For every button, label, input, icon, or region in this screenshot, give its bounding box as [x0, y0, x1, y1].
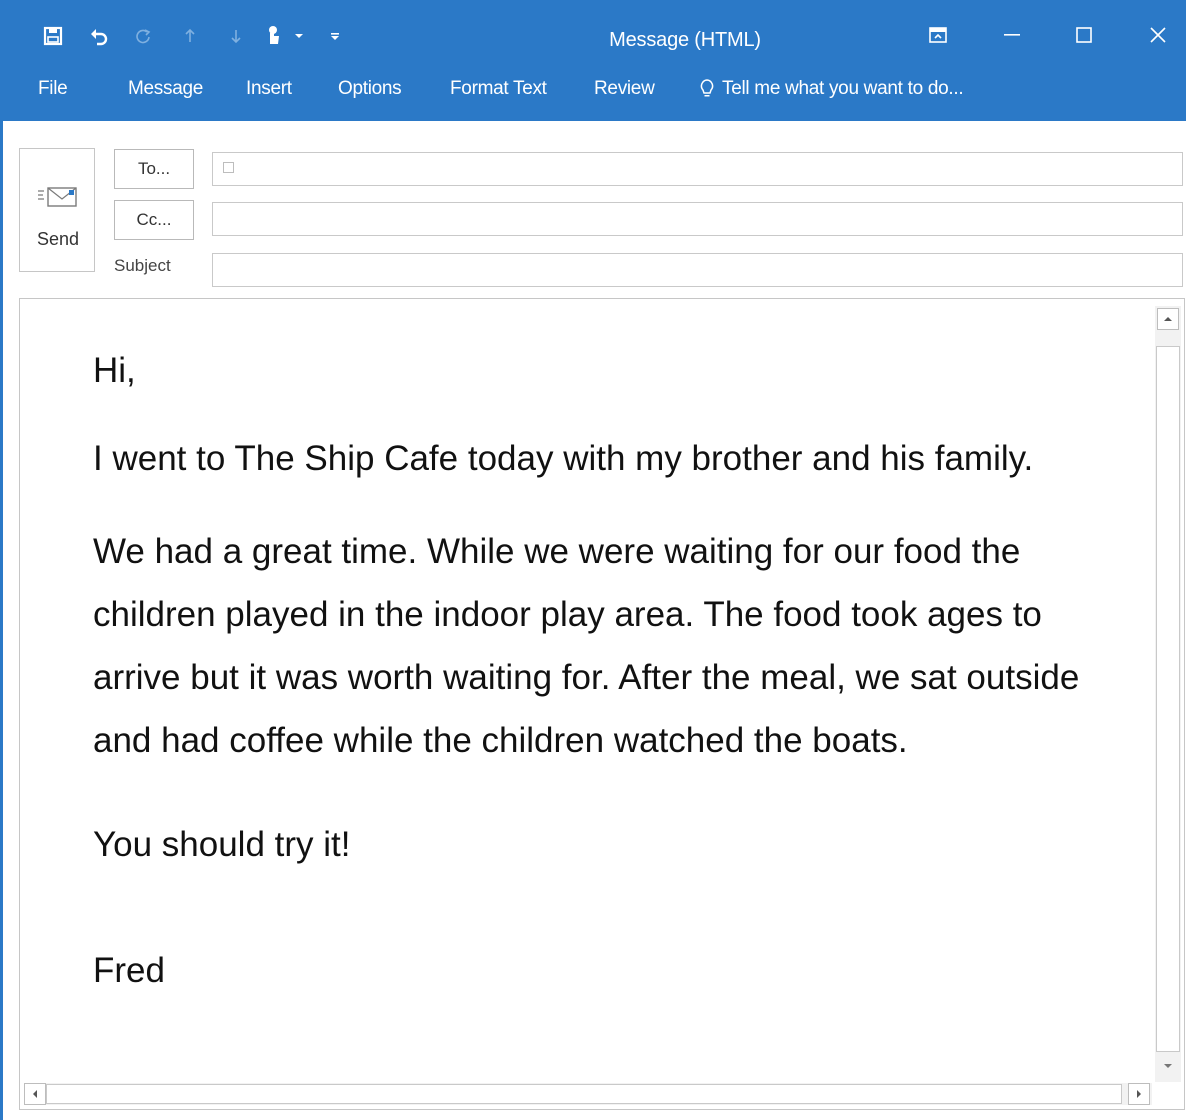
subject-field[interactable] [212, 253, 1183, 287]
lightbulb-icon [700, 79, 714, 99]
send-button[interactable]: Send [19, 148, 95, 272]
tell-me-search[interactable]: Tell me what you want to do... [700, 74, 964, 104]
scroll-right-icon[interactable] [1128, 1083, 1150, 1105]
close-icon[interactable] [1138, 20, 1178, 50]
title-bar: Message (HTML) File Message Insert Optio… [0, 0, 1186, 121]
tell-me-label: Tell me what you want to do... [722, 78, 964, 99]
tab-insert[interactable]: Insert [246, 74, 292, 104]
send-envelope-icon [36, 185, 80, 214]
message-signature: Fred [93, 951, 165, 990]
horizontal-scrollbar-thumb[interactable] [46, 1084, 1122, 1104]
tab-file[interactable]: File [38, 74, 68, 104]
maximize-icon[interactable] [1064, 20, 1104, 50]
tab-review[interactable]: Review [594, 74, 655, 104]
subject-label: Subject [114, 256, 171, 275]
message-greeting: Hi, [93, 351, 136, 390]
recipient-checkbox[interactable] [223, 162, 234, 173]
tab-message[interactable]: Message [128, 74, 203, 104]
message-closing: You should try it! [93, 825, 351, 864]
cc-field[interactable] [212, 202, 1183, 236]
send-label: Send [36, 229, 80, 249]
tab-format-text[interactable]: Format Text [450, 74, 547, 104]
cc-button[interactable]: Cc... [114, 200, 194, 240]
window-left-edge [0, 121, 3, 1120]
tab-options[interactable]: Options [338, 74, 402, 104]
message-line-1: I went to The Ship Cafe today with my br… [93, 439, 1034, 478]
message-paragraph-2: We had a great time. While we were waiti… [93, 532, 1080, 760]
scroll-left-icon[interactable] [24, 1083, 46, 1105]
scroll-up-icon[interactable] [1157, 308, 1179, 330]
scroll-down-icon[interactable] [1157, 1055, 1179, 1077]
ribbon-tabs: File Message Insert Options Format Text … [0, 74, 1186, 104]
minimize-icon[interactable] [992, 20, 1032, 50]
ribbon-display-options-icon[interactable] [918, 20, 958, 50]
to-button[interactable]: To... [114, 149, 194, 189]
vertical-scrollbar-thumb[interactable] [1156, 346, 1180, 1052]
to-field[interactable] [212, 152, 1183, 186]
